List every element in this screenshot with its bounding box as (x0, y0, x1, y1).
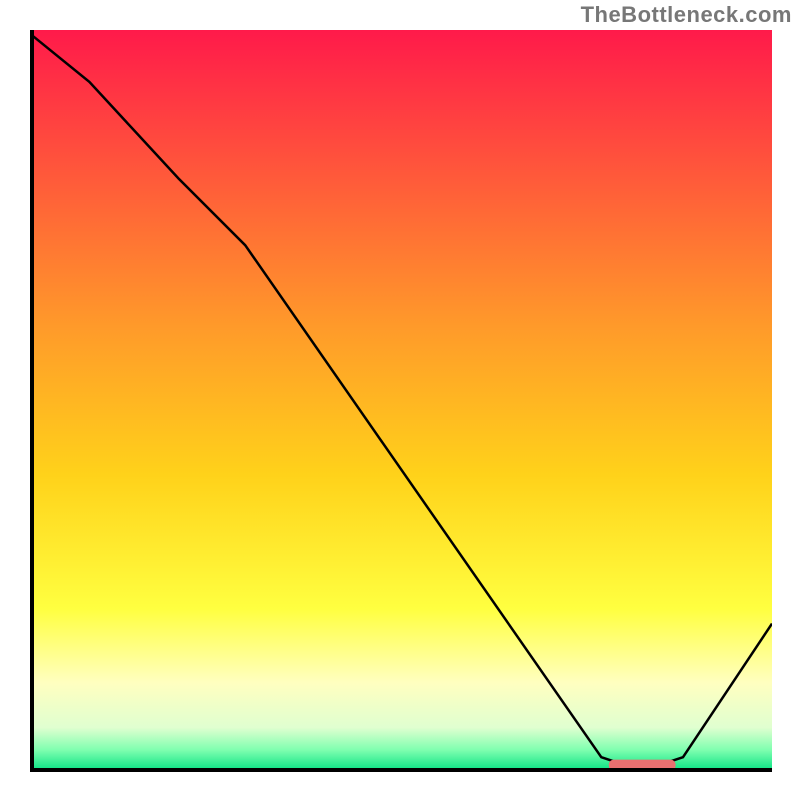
gradient-background (30, 30, 772, 772)
chart-container: TheBottleneck.com (0, 0, 800, 800)
watermark-text: TheBottleneck.com (581, 2, 792, 28)
optimal-range-marker (609, 760, 676, 771)
chart-svg (30, 30, 772, 772)
plot-area (30, 30, 772, 772)
